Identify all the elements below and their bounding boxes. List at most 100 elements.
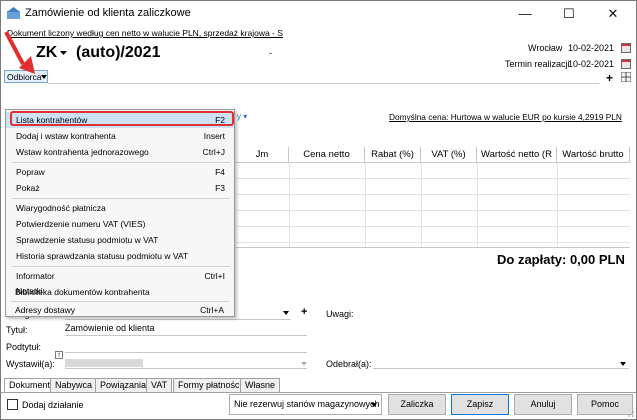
- menu-item-shortcut: F4: [215, 167, 225, 177]
- menu-item-label: Popraw: [16, 167, 45, 177]
- menu-separator: [12, 266, 230, 267]
- menu-item-add-insert-contractor[interactable]: Dodaj i wstaw kontrahenta Insert: [6, 128, 234, 144]
- menu-item-vat-status-history[interactable]: Historia sprawdzania statusu podmiotu w …: [6, 248, 234, 264]
- default-price-link[interactable]: Domyślna cena: Hurtowa w walucie EUR po …: [389, 112, 622, 122]
- menu-item-edit[interactable]: Popraw F4: [6, 164, 234, 180]
- window-title: Zamówienie od klienta zaliczkowe: [25, 7, 191, 19]
- column-header-net-value[interactable]: Wartość netto (R: [477, 147, 557, 163]
- menu-item-label: Potwierdzenie numeru VAT (VIES): [16, 219, 146, 229]
- menu-item-label: Biblioteka dokumentów kontrahenta: [15, 287, 150, 297]
- reservation-select[interactable]: Nie rezerwuj stanów magazynowych: [229, 394, 382, 415]
- grid-bottom-border: [236, 247, 630, 248]
- grid-row-line: [236, 194, 630, 195]
- menu-item-informator[interactable]: Informator Ctrl+I: [6, 268, 234, 284]
- notes-label: Uwagi:: [326, 309, 354, 319]
- grid-row-line: [236, 210, 630, 211]
- title-field[interactable]: Zamówienie od klienta: [65, 323, 307, 336]
- menu-item-payment-reliability[interactable]: Wiarygodność płatnicza: [6, 200, 234, 216]
- contractor-line: [49, 83, 599, 84]
- chevron-down-icon[interactable]: [60, 51, 67, 56]
- doc-number-suffix: -: [269, 48, 272, 58]
- add-category-button[interactable]: +: [301, 306, 307, 318]
- menu-separator: [12, 162, 230, 163]
- maximize-button[interactable]: ☐: [547, 1, 591, 26]
- advance-button[interactable]: Zaliczka: [388, 394, 446, 415]
- total-due: Do zapłaty: 0,00 PLN: [497, 252, 625, 267]
- add-contractor-button[interactable]: +: [606, 71, 613, 85]
- tab-formy-platnosci[interactable]: Formy płatności: [173, 378, 247, 393]
- received-field[interactable]: [373, 356, 629, 369]
- resize-grip-icon[interactable]: [627, 410, 635, 418]
- tab-wlasne[interactable]: Własne: [240, 378, 281, 393]
- menu-item-label: Wiarygodność płatnicza: [16, 203, 106, 213]
- issuer-name-redacted: [65, 359, 143, 367]
- calendar-icon[interactable]: [621, 59, 631, 69]
- red-highlight-box: [10, 111, 234, 126]
- tab-nabywca[interactable]: Nabywca: [50, 378, 98, 393]
- contractor-context-menu-tail: Biblioteka dokumentów kontrahenta Adresy…: [5, 287, 235, 318]
- subtitle-field[interactable]: [65, 340, 307, 353]
- add-action-checkbox[interactable]: [7, 399, 18, 410]
- menu-item-shortcut: Insert: [203, 131, 225, 141]
- grid-row-line: [236, 242, 630, 243]
- issuer-field[interactable]: [65, 356, 307, 369]
- chevron-down-icon[interactable]: [620, 362, 626, 366]
- grid-col-line: [477, 163, 478, 247]
- help-button[interactable]: Pomoc: [577, 394, 633, 415]
- notes-field[interactable]: [361, 304, 630, 348]
- column-header-net-price[interactable]: Cena netto: [289, 147, 365, 163]
- cancel-button[interactable]: Anuluj: [514, 394, 572, 415]
- issue-date-field[interactable]: 10-02-2021: [568, 42, 618, 55]
- tab-dokument[interactable]: Dokument: [4, 378, 56, 393]
- menu-item-one-time-contractor[interactable]: Wstaw kontrahenta jednorazowego Ctrl+J: [6, 144, 234, 160]
- grid-col-line: [557, 163, 558, 247]
- document-form: Dokument liczony według cen netto w walu…: [1, 26, 636, 419]
- column-header-unit[interactable]: Jm: [236, 147, 289, 163]
- column-header-discount[interactable]: Rabat (%): [365, 147, 421, 163]
- price-type-dropdown[interactable]: y ▾: [237, 112, 247, 121]
- menu-item-label: Pokaż: [16, 183, 40, 193]
- subtitle-label: Podtytuł:: [6, 342, 42, 352]
- doc-number[interactable]: (auto)/2021: [76, 44, 160, 62]
- menu-item-vies-check[interactable]: Potwierdzenie numeru VAT (VIES): [6, 216, 234, 232]
- issuer-marker[interactable]: !: [55, 351, 63, 359]
- menu-item-shortcut: Ctrl+I: [204, 271, 225, 281]
- menu-item-vat-status-check[interactable]: Sprawdzenie statusu podmiotu w VAT: [6, 232, 234, 248]
- menu-item-delivery-addresses[interactable]: Adresy dostawy Ctrl+A: [5, 302, 233, 318]
- column-header-vat[interactable]: VAT (%): [421, 147, 477, 163]
- minimize-button[interactable]: —: [503, 1, 547, 26]
- tab-vat[interactable]: VAT: [146, 378, 173, 393]
- menu-item-label: Informator: [16, 271, 55, 281]
- column-header-gross-value[interactable]: Wartość brutto: [557, 147, 630, 163]
- menu-item-shortcut: Ctrl+A: [200, 305, 224, 315]
- title-label: Tytuł:: [6, 325, 28, 335]
- menu-item-label: Wstaw kontrahenta jednorazowego: [16, 147, 149, 157]
- tabs-divider: [1, 392, 636, 393]
- received-label: Odebrał(a):: [326, 359, 372, 369]
- grid-col-line: [421, 163, 422, 247]
- reservation-select-value: Nie rezerwuj stanów magazynowych: [234, 399, 380, 409]
- menu-item-label: Sprawdzenie statusu podmiotu w VAT: [16, 235, 159, 245]
- chevron-down-icon[interactable]: [283, 311, 289, 315]
- tab-powiazania[interactable]: Powiązania: [95, 378, 152, 393]
- grid-col-line: [289, 163, 290, 247]
- red-arrow-annotation: [4, 31, 35, 74]
- menu-separator: [12, 198, 230, 199]
- issuer-label: Wystawił(a):: [6, 359, 55, 369]
- app-icon: [7, 7, 20, 19]
- menu-item-show[interactable]: Pokaż F3: [6, 180, 234, 196]
- save-button[interactable]: Zapisz: [451, 394, 509, 415]
- menu-item-document-library[interactable]: Biblioteka dokumentów kontrahenta: [5, 284, 233, 300]
- chevron-down-icon: [371, 403, 377, 407]
- grid-icon[interactable]: [621, 72, 631, 82]
- application-window: Zamówienie od klienta zaliczkowe — ☐ ✕ D…: [0, 0, 637, 420]
- delivery-date-field[interactable]: 10-02-2021: [568, 58, 618, 71]
- grid-row-line: [236, 178, 630, 179]
- delivery-date-label: Termin realizacji: [505, 59, 570, 69]
- chevron-down-icon[interactable]: [301, 362, 307, 366]
- calendar-icon[interactable]: [621, 43, 631, 53]
- items-grid[interactable]: [236, 163, 630, 247]
- grid-col-line: [365, 163, 366, 247]
- close-button[interactable]: ✕: [591, 1, 635, 26]
- grid-row-line: [236, 226, 630, 227]
